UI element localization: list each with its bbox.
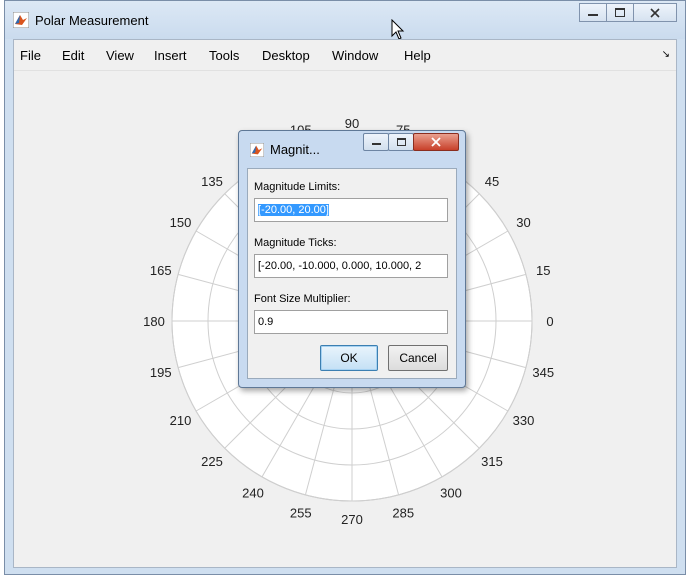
menu-overflow-icon[interactable]: ↘: [662, 49, 670, 60]
maximize-icon: [615, 8, 625, 17]
polar-angle-label: 240: [242, 485, 264, 500]
dialog-titlebar[interactable]: Magnit...: [239, 131, 465, 167]
polar-angle-label: 225: [201, 454, 223, 469]
menu-edit[interactable]: Edit: [62, 48, 84, 63]
magnitude-limits-label: Magnitude Limits:: [254, 181, 341, 193]
dialog-title: Magnit...: [270, 142, 320, 157]
dialog-minimize-button[interactable]: [363, 133, 389, 151]
magnitude-limits-input[interactable]: [-20.00, 20.00]: [254, 198, 448, 222]
font-size-multiplier-label: Font Size Multiplier:: [254, 293, 351, 305]
polar-angle-label: 270: [341, 512, 363, 527]
window-controls: [579, 3, 677, 22]
magnitude-dialog: Magnit... Magnitude Limits: [-20.00, 20.…: [238, 130, 466, 388]
window-title: Polar Measurement: [35, 13, 149, 28]
matlab-icon: [250, 143, 264, 157]
menu-tools[interactable]: Tools: [209, 48, 239, 63]
minimize-icon: [371, 142, 381, 145]
polar-angle-label: 150: [170, 215, 192, 230]
polar-angle-label: 165: [150, 263, 172, 278]
magnitude-limits-value: [-20.00, 20.00]: [258, 204, 329, 216]
menu-view[interactable]: View: [106, 48, 134, 63]
polar-angle-label: 15: [536, 263, 550, 278]
polar-angle-label: 90: [345, 116, 359, 131]
polar-angle-label: 345: [532, 365, 554, 380]
minimize-icon: [588, 13, 598, 16]
polar-angle-label: 45: [485, 174, 499, 189]
polar-angle-label: 285: [392, 505, 414, 520]
close-button[interactable]: [633, 3, 677, 22]
dialog-close-button[interactable]: [413, 133, 459, 151]
menu-file[interactable]: File: [20, 48, 41, 63]
polar-angle-label: 315: [481, 454, 503, 469]
magnitude-ticks-input[interactable]: [-20.00, -10.000, 0.000, 10.000, 2: [254, 254, 448, 278]
main-titlebar[interactable]: Polar Measurement: [5, 1, 685, 39]
polar-angle-label: 255: [290, 505, 312, 520]
menu-bar: File Edit View Insert Tools Desktop Wind…: [14, 40, 676, 71]
maximize-icon: [396, 138, 406, 146]
close-icon: [650, 7, 660, 18]
polar-angle-label: 135: [201, 174, 223, 189]
ok-button[interactable]: OK: [320, 345, 378, 371]
menu-help[interactable]: Help: [404, 48, 431, 63]
matlab-icon: [13, 12, 29, 28]
menu-desktop[interactable]: Desktop: [262, 48, 310, 63]
polar-angle-label: 30: [516, 215, 530, 230]
mouse-cursor-icon: [391, 19, 405, 40]
menu-insert[interactable]: Insert: [154, 48, 187, 63]
polar-angle-label: 330: [513, 413, 535, 428]
polar-angle-label: 180: [143, 314, 165, 329]
minimize-button[interactable]: [579, 3, 607, 22]
polar-angle-label: 0: [546, 314, 553, 329]
cancel-button[interactable]: Cancel: [388, 345, 448, 371]
close-icon: [431, 137, 441, 147]
menu-window[interactable]: Window: [332, 48, 378, 63]
polar-angle-label: 300: [440, 485, 462, 500]
dialog-body: Magnitude Limits: [-20.00, 20.00] Magnit…: [247, 168, 457, 379]
polar-angle-label: 210: [170, 413, 192, 428]
dialog-window-controls: [363, 133, 459, 151]
dialog-maximize-button[interactable]: [388, 133, 414, 151]
polar-angle-label: 195: [150, 365, 172, 380]
magnitude-ticks-label: Magnitude Ticks:: [254, 237, 337, 249]
font-size-multiplier-input[interactable]: 0.9: [254, 310, 448, 334]
maximize-button[interactable]: [606, 3, 634, 22]
